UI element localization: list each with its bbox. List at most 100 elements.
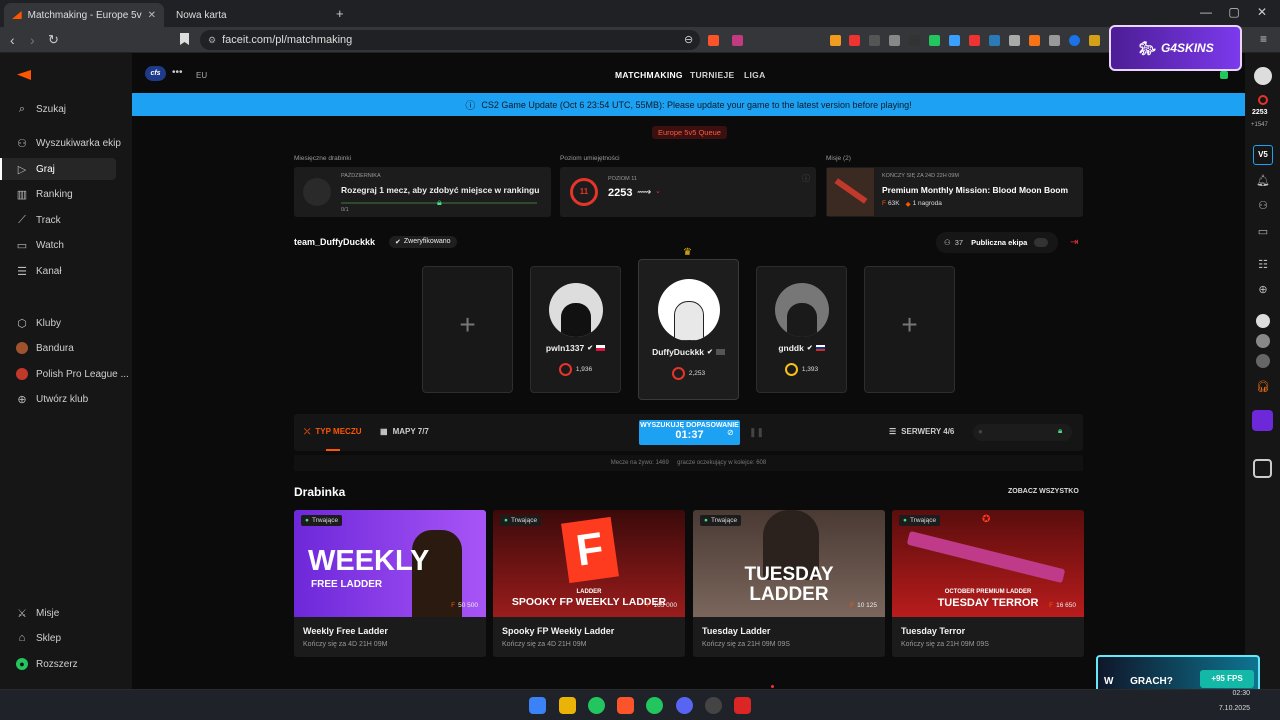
sidebar-item-shop[interactable]: ⌂ Sklep bbox=[16, 629, 61, 647]
extension-icon[interactable] bbox=[909, 35, 920, 46]
servers-button[interactable]: ☰ SERWERY 4/6 bbox=[889, 427, 954, 436]
menu-icon[interactable]: ≡ bbox=[1260, 32, 1267, 46]
brave-rewards-icon[interactable] bbox=[732, 35, 743, 46]
mission-card[interactable]: KOŃCZY SIĘ ZA 24D 22H 09M Premium Monthl… bbox=[826, 167, 1083, 217]
game-selector[interactable]: cfs bbox=[145, 66, 166, 81]
nav-matchmaking[interactable]: MATCHMAKING bbox=[615, 70, 683, 80]
bookmark-icon[interactable] bbox=[180, 33, 189, 45]
extension-icon[interactable] bbox=[1089, 35, 1100, 46]
subscription-badge[interactable]: V5 bbox=[1253, 145, 1273, 165]
extension-icon[interactable] bbox=[889, 35, 900, 46]
match-type-button[interactable]: ⤫ TYP MECZU bbox=[304, 427, 361, 437]
new-tab-icon[interactable]: + bbox=[336, 6, 344, 21]
ladder-card-spooky[interactable]: F SPOOKY FP WEEKLY LADDER LADDER ● Trwają… bbox=[493, 510, 685, 657]
ladder-card-tuesday-terror[interactable]: ✪ OCTOBER PREMIUM LADDER TUESDAY TERROR … bbox=[892, 510, 1084, 657]
extension-icon[interactable] bbox=[1049, 35, 1060, 46]
bell-icon[interactable]: 🔔︎ bbox=[1256, 174, 1270, 188]
minimize-icon[interactable]: — bbox=[1196, 5, 1216, 19]
player-card[interactable]: gnddk ✔ 1,393 bbox=[756, 266, 847, 393]
skill-level-card[interactable]: 11 POZIOM 11 2253 ⟿ ⌄ ⓘ bbox=[560, 167, 816, 217]
extension-icon[interactable] bbox=[849, 35, 860, 46]
extension-icon[interactable] bbox=[949, 35, 960, 46]
friends-icon[interactable]: ⚇ bbox=[1256, 199, 1270, 213]
app-icon[interactable] bbox=[734, 697, 751, 714]
friend-avatar[interactable] bbox=[1256, 334, 1270, 348]
promo-banner[interactable]: 🐆︎ G4SKINS bbox=[1109, 25, 1242, 71]
invite-slot-left[interactable]: + bbox=[422, 266, 513, 393]
extension-icon[interactable] bbox=[1029, 35, 1040, 46]
sidebar-item-track[interactable]: ⟋ Track bbox=[16, 211, 61, 229]
maps-button[interactable]: ▦ MAPY 7/7 bbox=[380, 427, 429, 436]
more-icon[interactable]: ••• bbox=[172, 67, 183, 78]
search-button[interactable]: ⌕ Szukaj bbox=[16, 100, 66, 118]
searching-match-button[interactable]: WYSZUKUJĘ DOPASOWANIE 01:37 ⊘ bbox=[639, 420, 740, 445]
extension-icon[interactable] bbox=[1069, 35, 1080, 46]
cancel-search-icon[interactable]: ⊘ bbox=[727, 428, 734, 437]
sidebar-item-club-ppl[interactable]: Polish Pro League ... bbox=[16, 365, 129, 383]
sidebar-item-clubs[interactable]: ⬡ Kluby bbox=[16, 314, 61, 332]
brave-shield-icon[interactable] bbox=[708, 35, 719, 46]
spotify-icon[interactable] bbox=[646, 697, 663, 714]
sidebar-item-ranking[interactable]: ▥ Ranking bbox=[16, 185, 73, 203]
nav-tournaments[interactable]: TURNIEJE bbox=[690, 70, 734, 80]
sidebar-item-create-club[interactable]: ⊕ Utwórz klub bbox=[16, 390, 88, 408]
chat-icon[interactable]: ▭ bbox=[1256, 225, 1270, 239]
extension-icon[interactable] bbox=[869, 35, 880, 46]
tab-matchmaking[interactable]: Matchmaking - Europe 5v5 Que ✕ bbox=[4, 3, 164, 27]
see-all-link[interactable]: ZOBACZ WSZYSTKO bbox=[1008, 488, 1079, 495]
monthly-ladder-card[interactable]: PAŹDZIERNIKA Rozegraj 1 mecz, aby zdobyć… bbox=[294, 167, 551, 217]
leave-party-icon[interactable]: ⇥ bbox=[1070, 237, 1078, 248]
sidebar-item-missions[interactable]: ⚔ Misje bbox=[16, 604, 59, 622]
extension-icon[interactable] bbox=[830, 35, 841, 46]
reload-icon[interactable]: ↻ bbox=[48, 32, 59, 48]
tab-new[interactable]: Nowa karta bbox=[168, 3, 328, 27]
party-visibility-toggle[interactable]: ⚇ 37 Publiczna ekipa bbox=[936, 232, 1058, 253]
ladder-card-weekly-free[interactable]: WEEKLY FREE LADDER ● Trwające F 50 500 Wee… bbox=[294, 510, 486, 657]
brave-icon[interactable] bbox=[617, 697, 634, 714]
queue-badge[interactable]: Europe 5v5 Queue bbox=[652, 126, 727, 139]
extension-icon[interactable] bbox=[1009, 35, 1020, 46]
friend-avatar[interactable] bbox=[1256, 354, 1270, 368]
start-icon[interactable] bbox=[529, 697, 546, 714]
forward-icon[interactable]: › bbox=[30, 32, 35, 48]
extension-icon[interactable] bbox=[969, 35, 980, 46]
file-explorer-icon[interactable] bbox=[559, 697, 576, 714]
zoom-icon[interactable]: ⊖ bbox=[684, 33, 693, 46]
url-field[interactable]: ⚙ faceit.com/pl/matchmaking bbox=[200, 30, 700, 50]
player-card-leader[interactable]: DuffyDuckkk ✔ 2,253 bbox=[638, 259, 739, 400]
friend-avatar[interactable] bbox=[1256, 314, 1270, 328]
nav-league[interactable]: LIGA bbox=[744, 70, 766, 80]
info-icon[interactable]: ⓘ bbox=[802, 173, 810, 184]
ladder-card-tuesday[interactable]: TUESDAY LADDER ● Trwające F 10 125 Tuesday… bbox=[693, 510, 885, 657]
sidebar-item-watch[interactable]: ▭ Watch bbox=[16, 236, 64, 254]
extension-icon[interactable] bbox=[929, 35, 940, 46]
sidebar-item-expand[interactable]: ● Rozszerz bbox=[16, 655, 78, 673]
premium-toggle[interactable]: ● 🔒︎ bbox=[973, 424, 1072, 441]
parties-icon[interactable]: ☷ bbox=[1256, 258, 1270, 272]
spotify-icon[interactable] bbox=[588, 697, 605, 714]
pause-icon[interactable]: ❚❚ bbox=[749, 427, 764, 438]
avatar[interactable] bbox=[1254, 67, 1272, 85]
back-icon[interactable]: ‹ bbox=[10, 32, 15, 48]
sidebar-item-play[interactable]: ▷ Graj bbox=[16, 160, 55, 178]
maximize-icon[interactable]: ▢ bbox=[1224, 5, 1244, 19]
chevron-down-icon[interactable]: ⌄ bbox=[655, 187, 661, 195]
g4skins-icon[interactable] bbox=[1252, 410, 1273, 431]
cpu-icon[interactable] bbox=[1253, 459, 1272, 478]
region-label[interactable]: EU bbox=[196, 71, 207, 80]
close-window-icon[interactable]: ✕ bbox=[1252, 5, 1272, 19]
invite-slot-right[interactable]: + bbox=[864, 266, 955, 393]
add-icon[interactable]: ⊕ bbox=[1256, 283, 1270, 297]
sidebar-item-feed[interactable]: ☰ Kanał bbox=[16, 262, 62, 280]
sidebar-item-club-bandura[interactable]: Bandura bbox=[16, 339, 74, 357]
toggle-switch[interactable] bbox=[1034, 238, 1049, 247]
site-info-icon[interactable]: ⚙ bbox=[208, 35, 216, 46]
steam-icon[interactable] bbox=[705, 697, 722, 714]
extension-icon[interactable] bbox=[989, 35, 1000, 46]
discord-icon[interactable] bbox=[676, 697, 693, 714]
sidebar-item-team-finder[interactable]: ⚇ Wyszukiwarka ekip bbox=[16, 134, 121, 152]
close-icon[interactable]: ✕ bbox=[148, 10, 156, 21]
headset-icon[interactable]: 🎧︎ bbox=[1256, 380, 1270, 394]
faceit-logo-icon[interactable] bbox=[17, 70, 31, 80]
player-card[interactable]: pwln1337 ✔ 1,936 bbox=[530, 266, 621, 393]
